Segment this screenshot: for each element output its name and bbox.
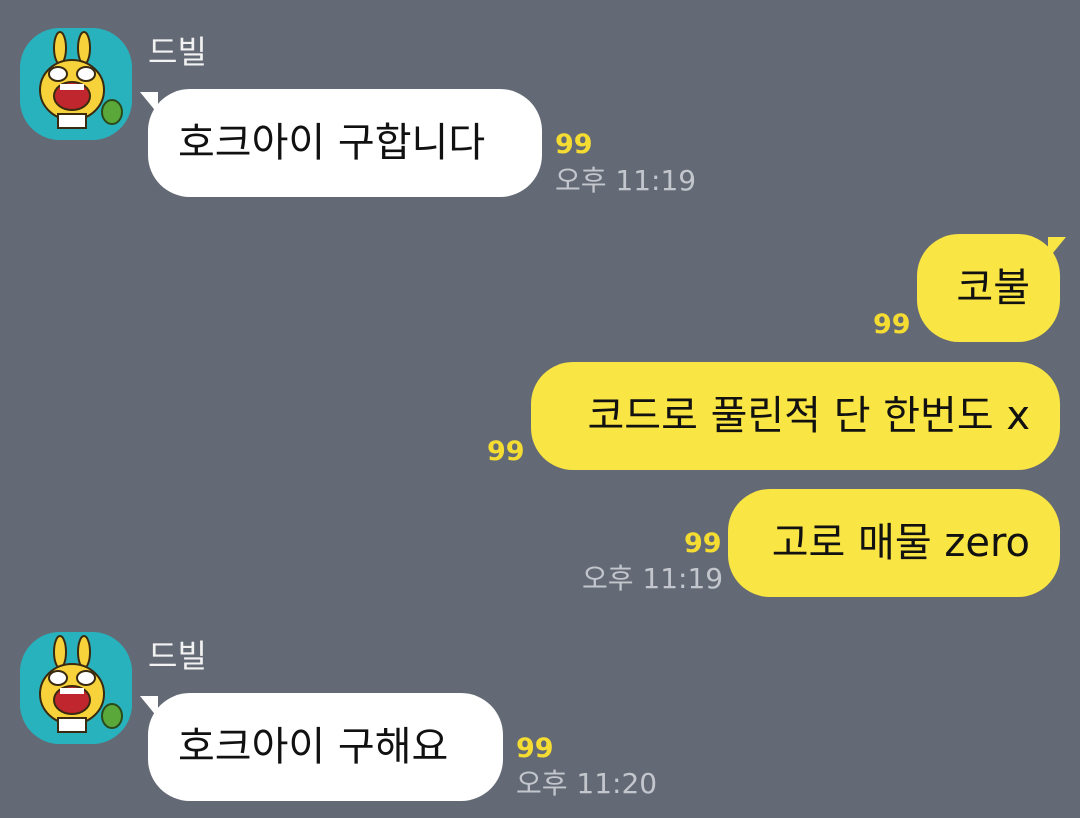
message-bubble-incoming[interactable]: 호크아이 구해요 (148, 693, 503, 801)
message-time: 오후 11:19 (582, 562, 724, 595)
message-time: 오후 11:19 (555, 164, 697, 197)
message-bubble-outgoing[interactable]: 코드로 풀린적 단 한번도 x (531, 362, 1060, 470)
sender-avatar[interactable] (20, 28, 132, 140)
sender-name: 드빌 (148, 637, 207, 675)
sender-name: 드빌 (148, 33, 207, 71)
message-bubble-outgoing[interactable]: 고로 매물 zero (728, 489, 1060, 597)
unread-count: 99 (555, 129, 593, 160)
chat-area[interactable]: 드빌 호크아이 구합니다 99 오후 11:19 코불 99 코드로 풀린적 단… (0, 0, 1080, 818)
unread-count: 99 (487, 436, 525, 467)
unread-count: 99 (684, 528, 722, 559)
message-text: 고로 매물 zero (771, 520, 1030, 566)
message-bubble-outgoing[interactable]: 코불 (917, 234, 1060, 342)
message-text: 코드로 풀린적 단 한번도 x (587, 393, 1030, 439)
message-text: 호크아이 구해요 (178, 724, 449, 770)
message-bubble-incoming[interactable]: 호크아이 구합니다 (148, 89, 542, 197)
message-time: 오후 11:20 (516, 767, 658, 800)
message-text: 호크아이 구합니다 (178, 120, 486, 166)
unread-count: 99 (873, 309, 911, 340)
unread-count: 99 (516, 733, 554, 764)
avatar-character-icon (20, 28, 132, 140)
message-text: 코불 (956, 265, 1030, 311)
sender-avatar[interactable] (20, 632, 132, 744)
avatar-character-icon (20, 632, 132, 744)
